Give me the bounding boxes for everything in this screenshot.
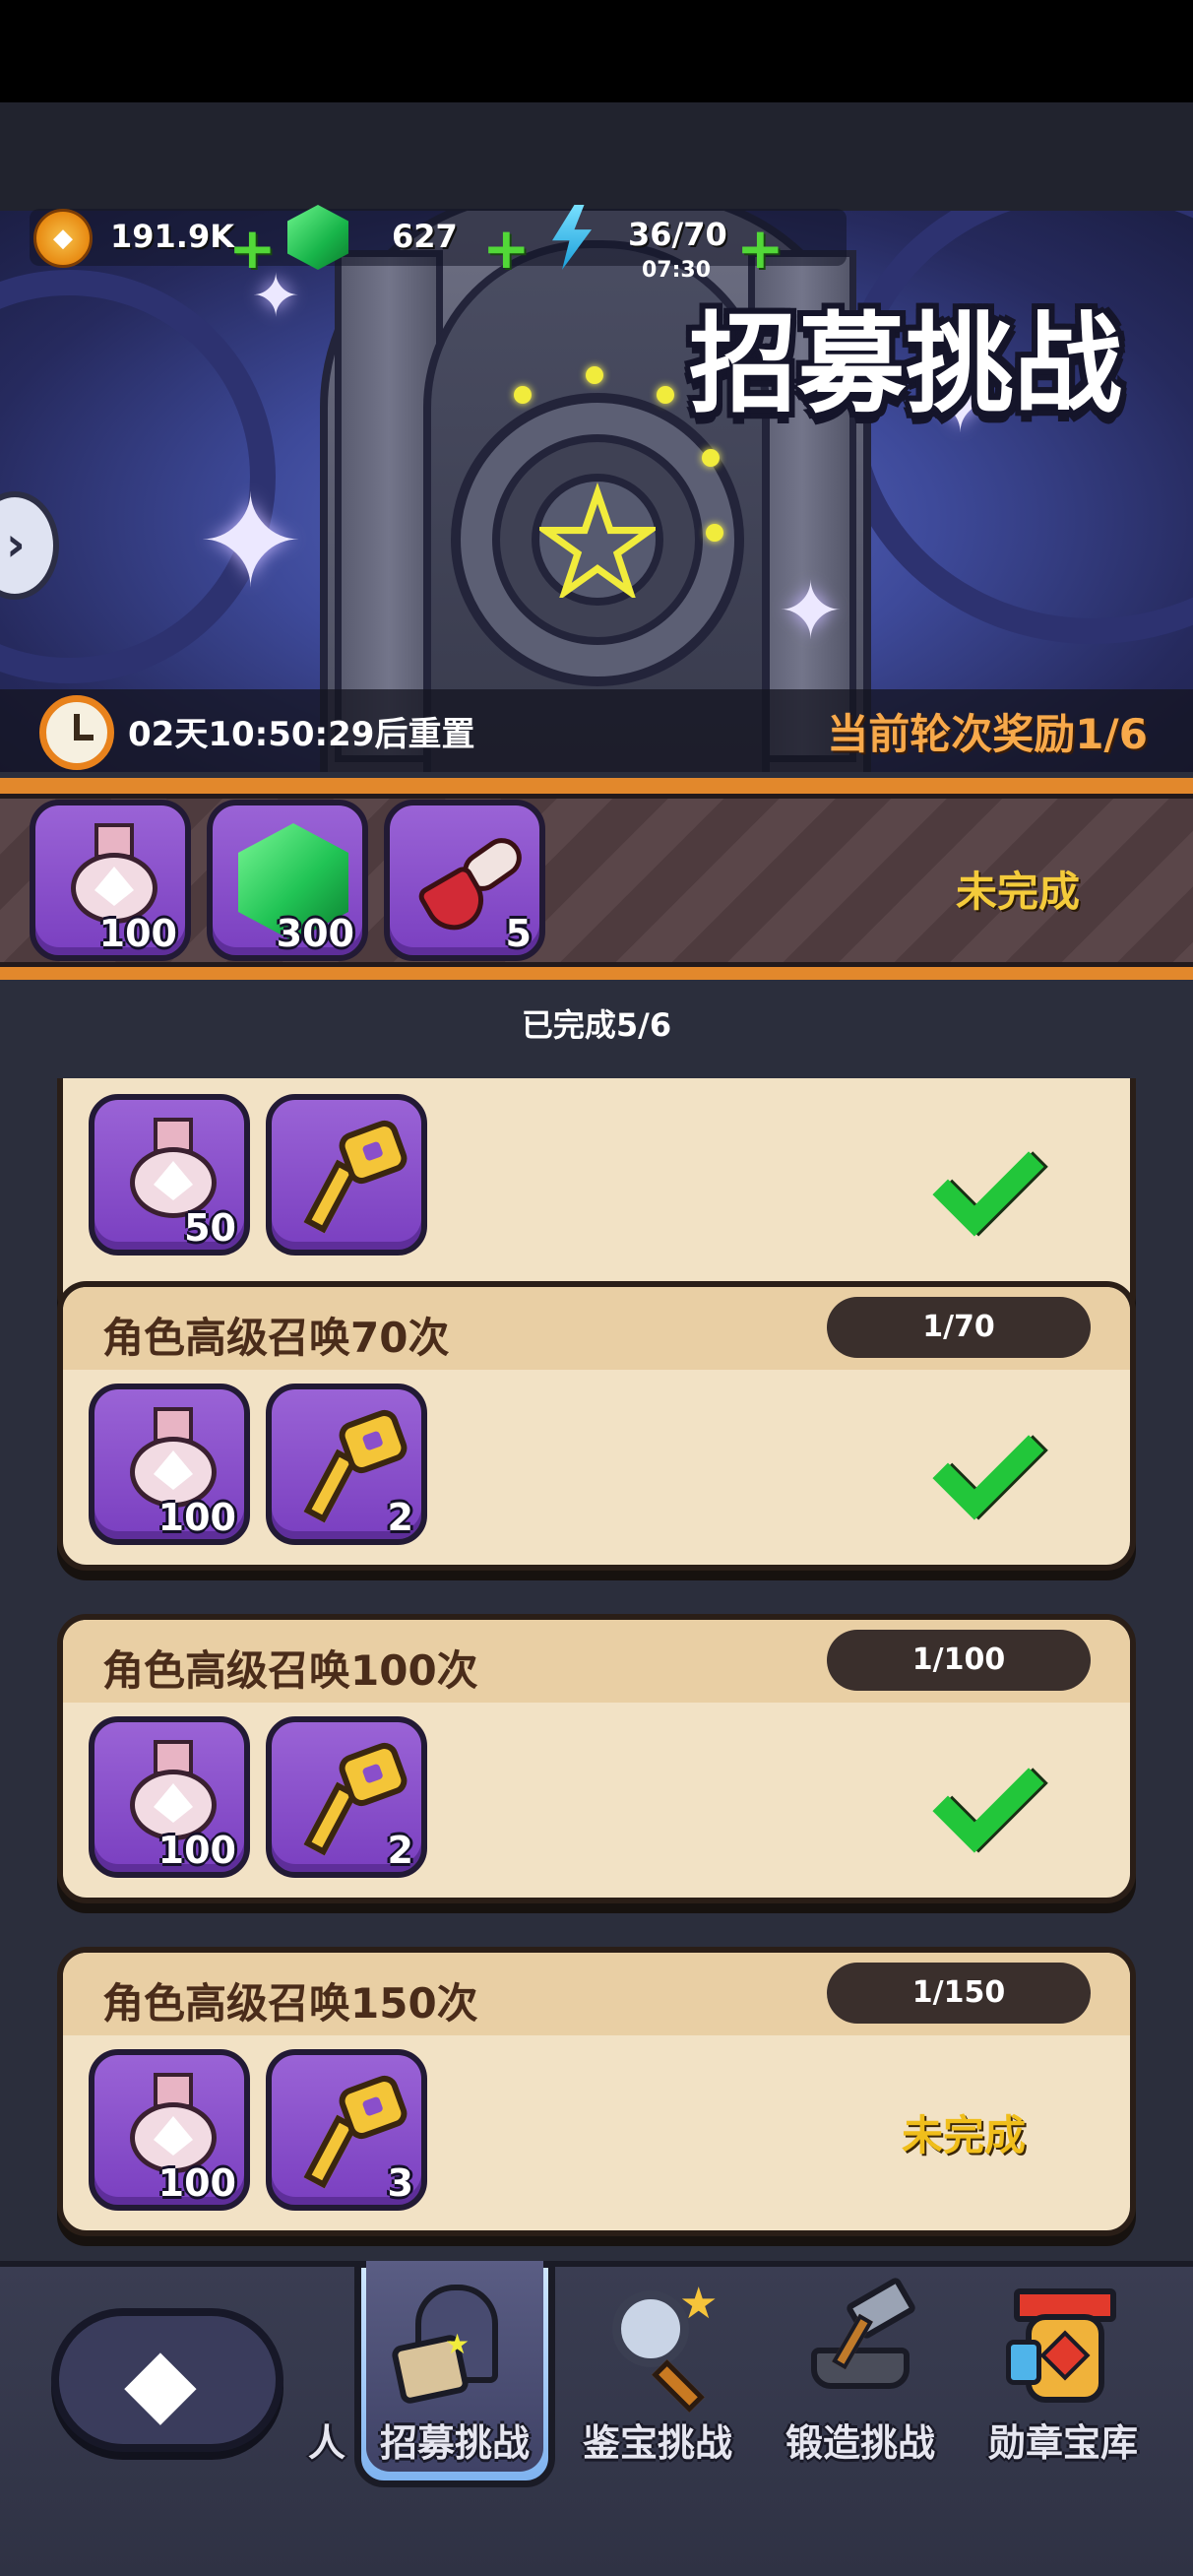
- gem-amount: 627: [392, 218, 458, 255]
- task-list[interactable]: 50 角色高级召唤70次 1/70 100 2 角色高级召唤100次 1/100…: [0, 1078, 1193, 2260]
- coin-icon: ◆: [33, 209, 93, 268]
- nav-item-treasure-challenge[interactable]: ★ 鉴宝挑战: [559, 2265, 756, 2472]
- item-quantity: 100: [157, 1496, 236, 1539]
- back-arrow-icon: ◆: [124, 2326, 197, 2436]
- page-title: 招募挑战: [689, 301, 1122, 427]
- nav-item-medal-vault[interactable]: 勋章宝库: [965, 2265, 1162, 2472]
- reward-item[interactable]: 300: [207, 800, 368, 961]
- task-status: 未完成: [902, 2111, 1027, 2159]
- checkmark-icon: [932, 1125, 1044, 1237]
- nav-item-label: 锻造挑战: [785, 2421, 935, 2465]
- item-quantity: 100: [157, 1829, 236, 1872]
- task-title: 角色高级召唤70次: [102, 1314, 450, 1362]
- banner: ✦ ✦ ✦ ✦ 招募挑战 ›: [0, 211, 1193, 772]
- task-progress: 1/100: [827, 1630, 1091, 1691]
- seal-light: [706, 524, 723, 542]
- task-title: 角色高级召唤150次: [102, 1979, 478, 2028]
- task-progress: 1/70: [827, 1297, 1091, 1358]
- key-icon: [299, 1117, 411, 1234]
- task-progress: 1/150: [827, 1963, 1091, 2024]
- top-band: [0, 102, 1193, 211]
- completion-progress: 已完成5/6: [521, 1006, 672, 1044]
- round-reward-status: 未完成: [955, 868, 1080, 916]
- chevron-right-icon: ›: [6, 517, 26, 572]
- add-energy-button[interactable]: +: [736, 220, 785, 277]
- item-quantity: 100: [98, 912, 177, 955]
- nav-item-recruit-challenge[interactable]: ★ 招募挑战: [356, 2265, 553, 2472]
- item-quantity: 2: [387, 1829, 413, 1872]
- magnifier-icon: ★: [598, 2279, 718, 2413]
- seal-light: [702, 449, 720, 467]
- reward-item[interactable]: [266, 1094, 427, 1256]
- reward-item[interactable]: 2: [266, 1716, 427, 1878]
- add-gems-button[interactable]: +: [482, 220, 531, 277]
- checkmark-icon: [932, 1408, 1044, 1520]
- task-title: 角色高级召唤100次: [102, 1646, 478, 1695]
- anvil-hammer-icon: [801, 2276, 919, 2403]
- item-quantity: 2: [387, 1496, 413, 1539]
- seal-light: [586, 366, 603, 384]
- item-quantity: 5: [505, 912, 532, 955]
- clock-icon: [39, 695, 114, 770]
- seal-core: [532, 474, 663, 606]
- nav-item-label: 招募挑战: [379, 2421, 530, 2465]
- pentagram-icon: [539, 482, 656, 598]
- reward-item[interactable]: 100: [89, 1384, 250, 1545]
- reward-item[interactable]: 3: [266, 2049, 427, 2211]
- recruit-challenge-icon: ★: [390, 2285, 514, 2406]
- sparkle-icon: ✦: [197, 467, 304, 616]
- seal-light: [514, 386, 532, 404]
- task-card: 角色高级召唤70次 1/70 100 2: [57, 1281, 1136, 1571]
- nav-item-forge-challenge[interactable]: 锻造挑战: [762, 2265, 959, 2472]
- medal-vault-icon: [1004, 2285, 1122, 2403]
- status-bar: [0, 0, 1193, 102]
- add-coins-button[interactable]: +: [228, 220, 277, 277]
- reward-item[interactable]: 100: [30, 800, 191, 961]
- reward-item[interactable]: 5: [384, 800, 545, 961]
- reward-item[interactable]: 2: [266, 1384, 427, 1545]
- sparkle-icon: ✦: [778, 565, 845, 657]
- reset-timer: 02天10:50:29后重置: [128, 715, 475, 754]
- reward-item[interactable]: 50: [89, 1094, 250, 1256]
- checkmark-icon: [932, 1741, 1044, 1853]
- item-quantity: 100: [157, 2161, 236, 2205]
- item-quantity: 3: [387, 2161, 413, 2205]
- energy-amount: 36/70: [628, 216, 727, 253]
- nav-item-label: 鉴宝挑战: [582, 2421, 732, 2465]
- nav-item-label: 勋章宝库: [987, 2421, 1138, 2465]
- item-quantity: 300: [276, 912, 354, 955]
- reward-item[interactable]: 100: [89, 1716, 250, 1878]
- item-quantity: 50: [184, 1206, 236, 1250]
- energy-timer: 07:30: [642, 258, 712, 283]
- task-card: 角色高级召唤150次 1/150 100 3 未完成: [57, 1947, 1136, 2236]
- task-card: 角色高级召唤100次 1/100 100 2: [57, 1614, 1136, 1903]
- round-reward-label: 当前轮次奖励1/6: [827, 710, 1148, 758]
- seal-light: [657, 386, 674, 404]
- coin-amount: 191.9K: [110, 218, 235, 255]
- reward-item[interactable]: 100: [89, 2049, 250, 2211]
